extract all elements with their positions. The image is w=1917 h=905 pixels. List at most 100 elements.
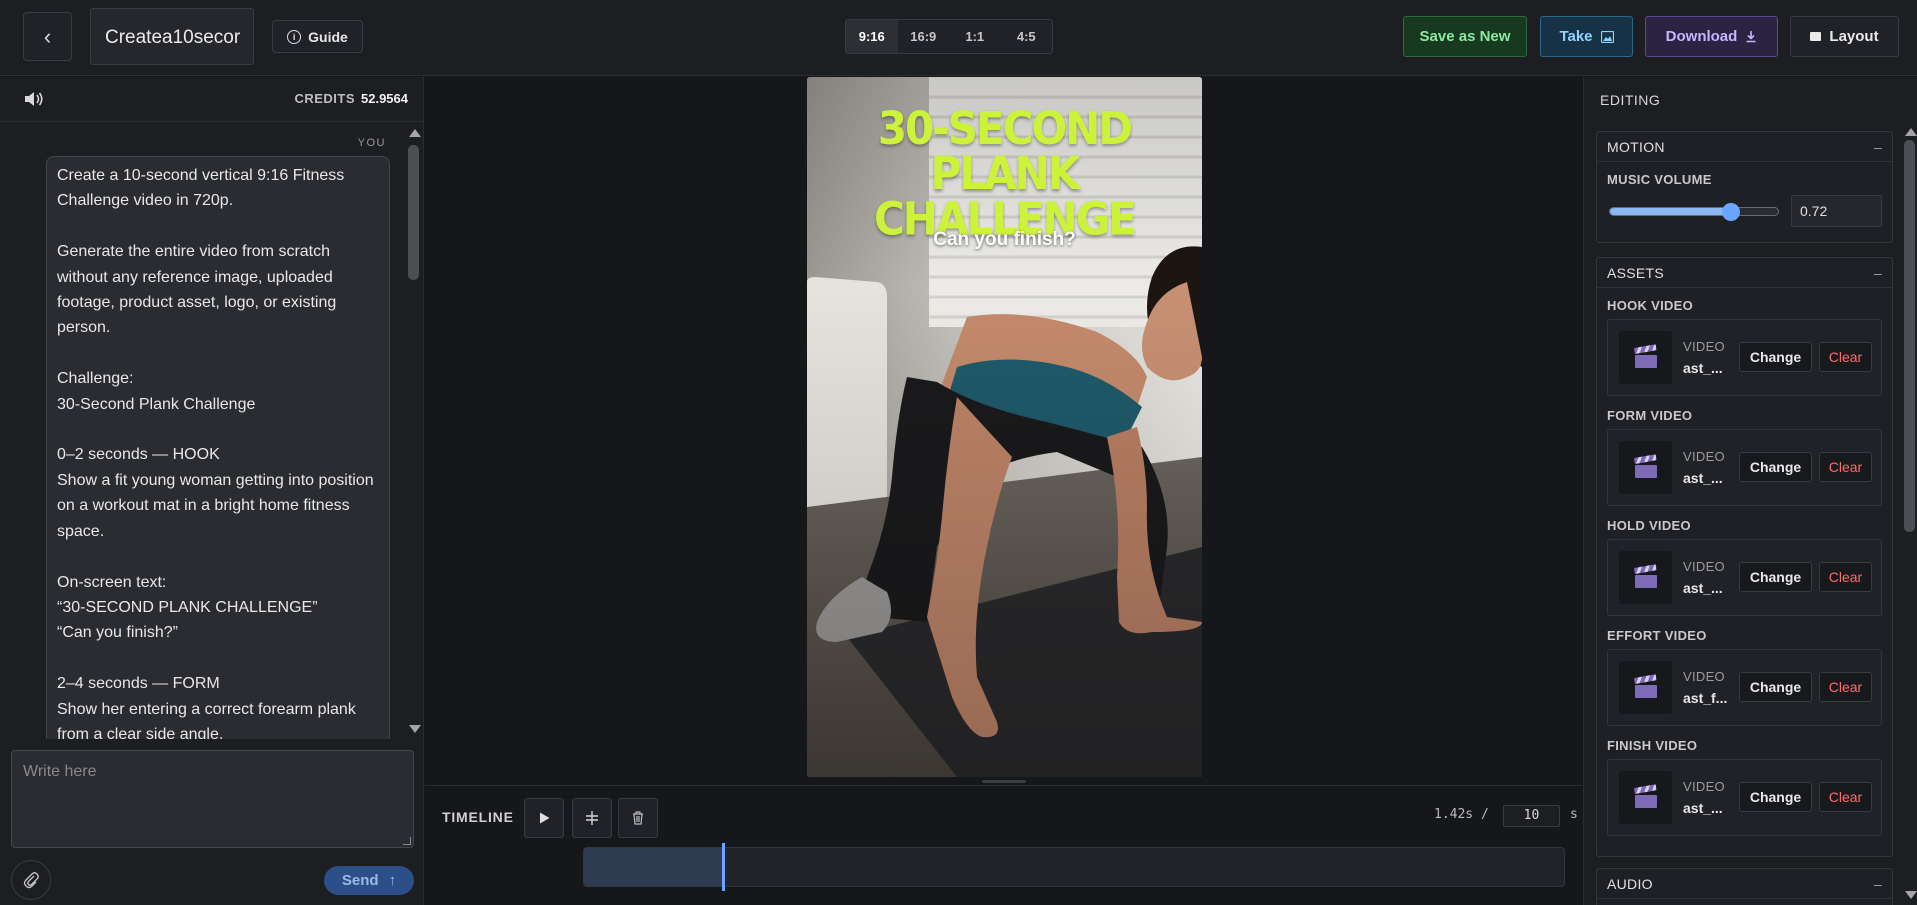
take-label: Take [1559,28,1593,45]
change-button[interactable]: Change [1739,782,1812,812]
scrollbar-thumb[interactable] [408,145,419,280]
save-as-new-label: Save as New [1419,28,1511,45]
trash-icon [633,811,643,825]
asset-type: VIDEO [1683,669,1725,684]
download-button[interactable]: Download [1645,16,1778,57]
scroll-up-arrow-icon[interactable] [1905,128,1917,136]
speaker-icon[interactable] [24,90,44,108]
credits-label: CREDITS [294,91,355,106]
assets-section-header[interactable]: ASSETS – [1597,258,1892,288]
send-button[interactable]: Send ↑ [324,866,414,895]
scrollbar-thumb[interactable] [1904,140,1915,532]
clear-button[interactable]: Clear [1819,562,1872,592]
credits-display: CREDITS 52.9564 [294,91,408,106]
layout-button[interactable]: Layout [1790,16,1899,57]
ratio-16-9-button[interactable]: 16:9 [898,20,950,53]
timeline-track[interactable] [583,847,1565,887]
finish-video-label: FINISH VIDEO [1607,738,1698,753]
collapse-icon[interactable]: – [1874,139,1882,155]
video-overlay-subtitle: Can you finish? [933,229,1076,250]
finish-video-card: VIDEO ast_... Change Clear [1607,759,1882,836]
editing-panel: EDITING MOTION – MUSIC VOLUME 0.72 ASSET… [1583,77,1917,905]
assets-section: ASSETS – HOOK VIDEO VIDEO ast_... Change… [1596,257,1893,857]
timeline-label: TIMELINE [442,809,514,825]
scroll-up-arrow-icon[interactable] [409,129,421,137]
ratio-4-5-button[interactable]: 4:5 [1001,20,1053,53]
assets-section-title: ASSETS [1607,264,1665,281]
asset-thumbnail [1619,661,1672,714]
asset-type: VIDEO [1683,779,1725,794]
slider-fill [1610,208,1731,215]
aspect-ratio-selector: 9:16 16:9 1:1 4:5 [845,19,1053,54]
collapse-icon[interactable]: – [1874,265,1882,281]
clear-button[interactable]: Clear [1819,452,1872,482]
ratio-1-1-button[interactable]: 1:1 [949,20,1001,53]
music-volume-input[interactable]: 0.72 [1791,195,1882,227]
change-button[interactable]: Change [1739,672,1812,702]
asset-thumbnail [1619,331,1672,384]
back-button[interactable]: ‹ [23,12,72,61]
guide-button[interactable]: i Guide [272,20,363,53]
clear-button[interactable]: Clear [1819,782,1872,812]
effort-video-card: VIDEO ast_f... Change Clear [1607,649,1882,726]
split-icon [586,811,598,825]
scroll-down-arrow-icon[interactable] [409,725,421,733]
change-button[interactable]: Change [1739,452,1812,482]
split-button[interactable] [572,798,612,838]
video-preview[interactable]: 30-SECOND PLANK CHALLENGE Can you finish… [807,77,1202,777]
clear-button[interactable]: Clear [1819,672,1872,702]
download-icon [1746,31,1756,43]
preview-area: 30-SECOND PLANK CHALLENGE Can you finish… [425,77,1582,905]
collapse-icon[interactable]: – [1874,876,1882,892]
duration-input[interactable]: 10 [1503,805,1560,827]
delete-button[interactable] [618,798,658,838]
asset-thumbnail [1619,771,1672,824]
motion-section: MOTION – MUSIC VOLUME 0.72 [1596,131,1893,243]
asset-name: ast_... [1683,470,1723,486]
chat-header: CREDITS 52.9564 [0,77,424,122]
change-button[interactable]: Change [1739,342,1812,372]
user-message: Create a 10-second vertical 9:16 Fitness… [46,156,390,739]
project-title-input[interactable]: Createa10secor [90,8,254,65]
timeline-progress-fill [584,848,724,886]
audio-section-title: AUDIO [1607,875,1653,892]
arrow-up-icon: ↑ [388,872,397,889]
resize-handle-icon[interactable] [403,837,411,845]
clapperboard-icon [1633,673,1658,699]
clear-button[interactable]: Clear [1819,342,1872,372]
chat-scrollbar[interactable] [405,123,423,739]
paperclip-icon [23,872,39,889]
attach-button[interactable] [11,860,51,900]
motion-section-header[interactable]: MOTION – [1597,132,1892,162]
panel-resize-handle[interactable] [982,780,1026,783]
message-input[interactable]: Write here [11,750,414,848]
play-button[interactable] [524,798,564,838]
asset-name: ast_... [1683,800,1723,816]
change-button[interactable]: Change [1739,562,1812,592]
editing-scrollbar[interactable] [1901,122,1917,905]
music-volume-slider[interactable] [1609,207,1779,216]
asset-name: ast_... [1683,580,1723,596]
asset-type: VIDEO [1683,339,1725,354]
asset-name: ast_f... [1683,690,1728,706]
chat-history: YOU Create a 10-second vertical 9:16 Fit… [0,123,424,739]
video-overlay-title: 30-SECOND PLANK CHALLENGE [807,105,1202,242]
ratio-9-16-button[interactable]: 9:16 [846,20,898,53]
duration-unit: s [1570,807,1578,822]
current-time-readout: 1.42s / [1434,807,1489,822]
editing-panel-title: EDITING [1600,92,1661,108]
scroll-down-arrow-icon[interactable] [1905,891,1917,899]
download-label: Download [1665,28,1738,45]
hold-video-label: HOLD VIDEO [1607,518,1691,533]
info-icon: i [287,29,302,44]
asset-type: VIDEO [1683,449,1725,464]
timeline-playhead[interactable] [722,843,726,891]
save-as-new-button[interactable]: Save as New [1403,16,1527,57]
audio-section-header[interactable]: AUDIO – [1597,869,1892,899]
image-icon [1600,30,1614,43]
take-button[interactable]: Take [1540,16,1633,57]
top-bar: ‹ Createa10secor i Guide 9:16 16:9 1:1 4… [0,0,1917,76]
effort-video-label: EFFORT VIDEO [1607,628,1707,643]
layout-icon [1810,32,1822,41]
slider-handle[interactable] [1722,203,1741,221]
